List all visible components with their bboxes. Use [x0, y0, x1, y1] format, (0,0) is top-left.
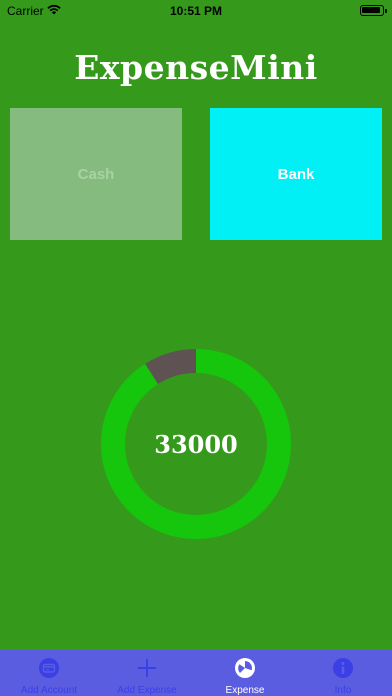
card-icon	[38, 656, 60, 680]
tab-add-account-label: Add Account	[20, 685, 78, 696]
tab-info[interactable]: Info	[294, 650, 392, 696]
tab-add-account[interactable]: Add Account	[0, 650, 98, 696]
info-icon	[332, 656, 354, 680]
cash-account-button[interactable]: Cash	[10, 108, 182, 240]
tab-expense-label: Expense	[225, 685, 265, 696]
tab-expense[interactable]: Expense	[196, 650, 294, 696]
total-balance-value: 33000	[154, 429, 238, 459]
cash-account-label: Cash	[77, 165, 115, 183]
bank-account-label: Bank	[277, 165, 315, 183]
battery-icon	[360, 5, 387, 16]
tab-add-expense[interactable]: Add Expense	[98, 650, 196, 696]
tab-add-expense-label: Add Expense	[117, 685, 177, 696]
bank-account-button[interactable]: Bank	[210, 108, 382, 240]
tab-bar: Add Account Add Expense Expense Info	[0, 650, 392, 696]
plus-icon	[136, 656, 158, 680]
app-title: ExpenseMini	[74, 48, 318, 87]
status-time: 10:51 PM	[169, 4, 223, 18]
status-bar: Carrier 10:51 PM	[0, 0, 392, 22]
pie-chart-icon	[234, 656, 256, 680]
expense-donut-chart: 33000	[101, 349, 291, 539]
tab-info-label: Info	[334, 685, 352, 696]
